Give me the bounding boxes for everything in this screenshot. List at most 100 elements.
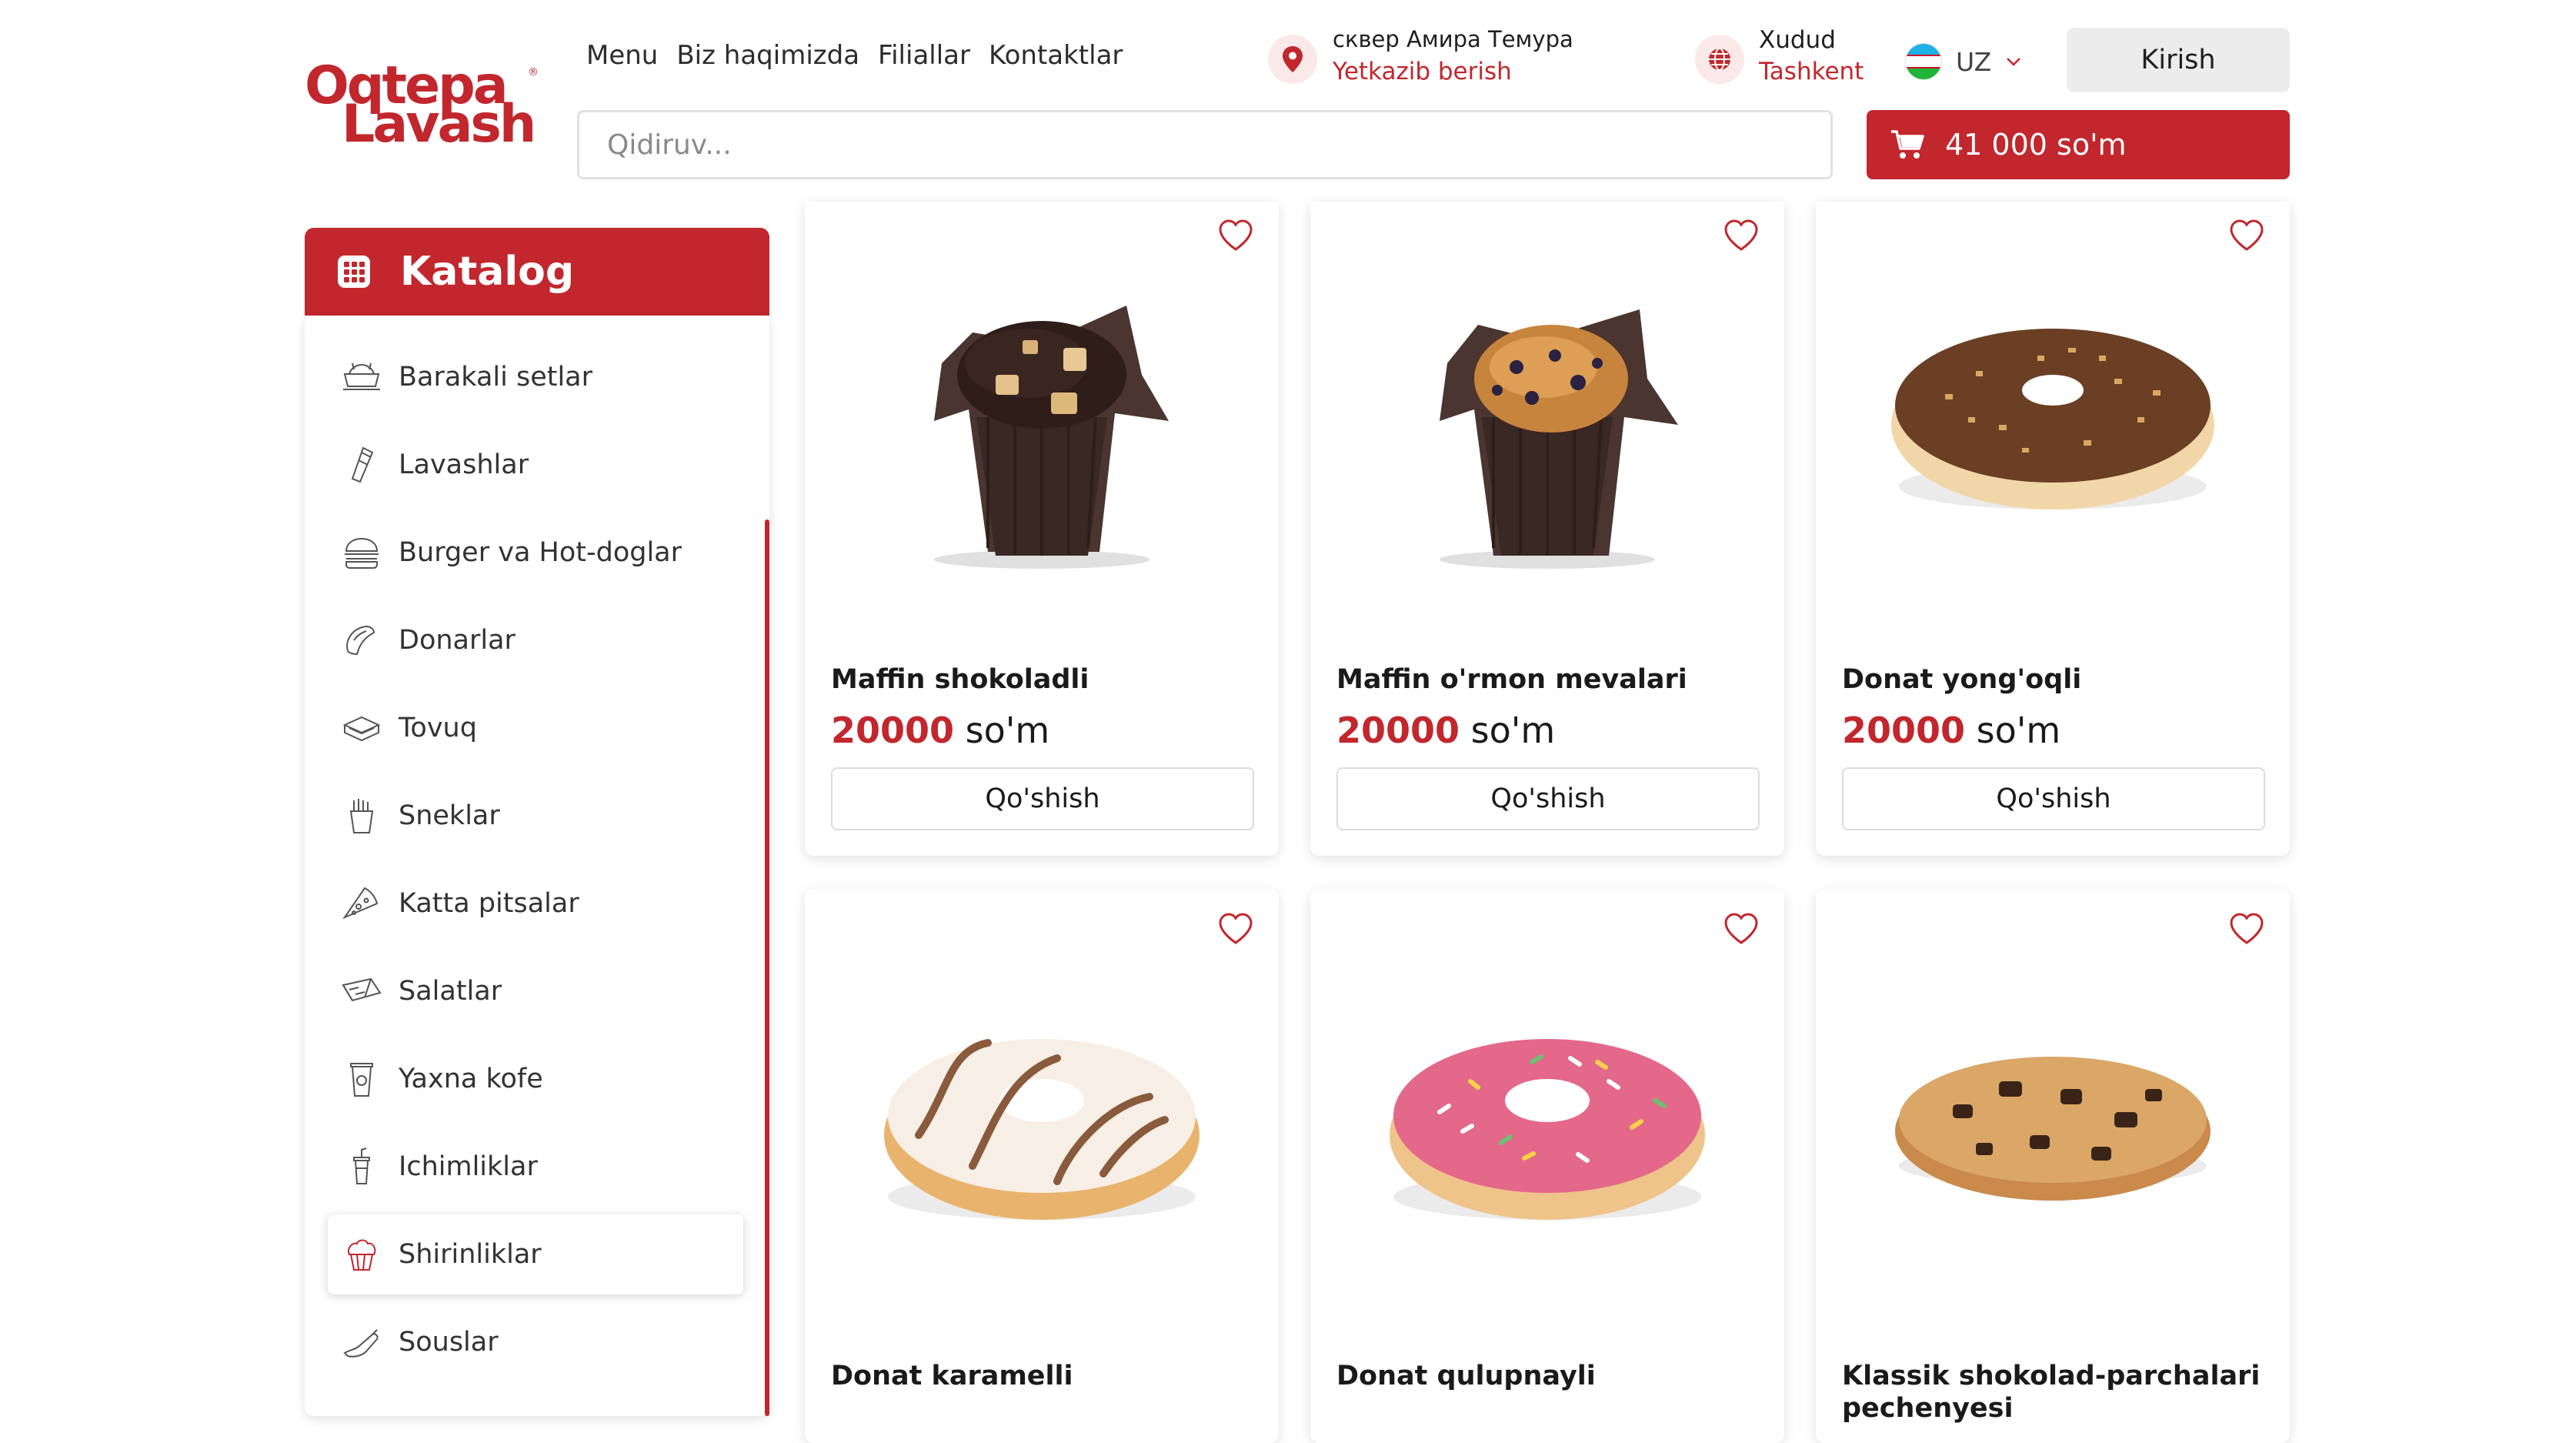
cupcake-icon (348, 1239, 376, 1271)
favorite-heart-icon[interactable] (2225, 214, 2268, 257)
price-currency: so'm (1470, 710, 1556, 751)
delivery-mode[interactable]: Yetkazib berish (1333, 58, 1512, 85)
catalog-item-sweets[interactable]: Shirinliklar (328, 1214, 743, 1294)
product-card: Donat qulupnayli (1310, 889, 1784, 1443)
cart-icon (1891, 130, 1924, 159)
nut-donut-image (1891, 329, 2214, 509)
product-price: 20000 so'm (831, 710, 1049, 751)
fries-icon (349, 799, 374, 833)
nav-about[interactable]: Biz haqimizda (676, 40, 859, 71)
catalog-item-lavash[interactable]: Lavashlar (328, 425, 743, 505)
lavash-icon (351, 446, 374, 483)
catalog-header[interactable]: Katalog (305, 228, 769, 316)
catalog-item-label: Ichimliklar (399, 1151, 538, 1182)
product-card: Donat karamelli (805, 889, 1279, 1443)
price-currency: so'm (1976, 710, 2061, 751)
catalog-item-label: Katta pitsalar (399, 888, 579, 919)
product-name: Donat qulupnayli (1336, 1361, 1596, 1391)
catalog-item-salads[interactable]: Salatlar (328, 951, 743, 1031)
delivery-address[interactable]: сквер Амира Темура (1333, 26, 1573, 52)
cart-total: 41 000 so'm (1945, 128, 2127, 162)
grid-icon (338, 256, 370, 288)
catalog-scrollbar[interactable] (765, 519, 769, 1416)
price-currency: so'm (965, 710, 1050, 751)
product-name: Maffin o'rmon mevalari (1336, 664, 1687, 695)
catalog-item-chicken[interactable]: Tovuq (328, 688, 743, 768)
burger-icon (345, 537, 379, 569)
price-value: 20000 (1842, 710, 1966, 751)
region-title: Xudud (1759, 26, 1836, 54)
price-value: 20000 (831, 710, 955, 751)
product-name: Klassik shokolad-parchalari pechenyesi (1842, 1361, 2261, 1424)
brand-logo[interactable]: Oqtepa ® Lavash (305, 60, 543, 151)
product-name: Donat yong'oqli (1842, 664, 2082, 695)
catalog-item-doners[interactable]: Donarlar (328, 600, 743, 680)
catalog-item-label: Donarlar (399, 625, 516, 656)
nav-menu[interactable]: Menu (586, 40, 658, 71)
brand-logo-line2: Lavash (342, 94, 536, 155)
catalog-item-label: Burger va Hot-doglar (399, 537, 682, 568)
chicken-icon (342, 716, 381, 742)
berry-muffin-image (1440, 309, 1678, 569)
favorite-heart-icon[interactable] (1720, 214, 1763, 257)
catalog-item-label: Yaxna kofe (399, 1064, 543, 1094)
uz-flag-icon (1905, 43, 1942, 80)
product-price: 20000 so'm (1336, 710, 1555, 751)
product-name: Maffin shokoladli (831, 664, 1089, 695)
chocolate-chip-cookie-image (1895, 1057, 2211, 1201)
catalog-item-label: Sneklar (399, 800, 500, 831)
caramel-donut-image (884, 1039, 1200, 1220)
catalog-item-sauces[interactable]: Souslar (328, 1302, 743, 1382)
sauce-icon (343, 1329, 379, 1358)
price-value: 20000 (1336, 710, 1460, 751)
product-price: 20000 so'm (1842, 710, 2060, 751)
favorite-heart-icon[interactable] (1214, 214, 1257, 257)
login-button[interactable]: Kirish (2067, 28, 2290, 92)
combo-set-icon (343, 362, 380, 390)
favorite-heart-icon[interactable] (1720, 907, 1763, 950)
main-nav: Menu Biz haqimizda Filiallar Kontaktlar (586, 40, 1123, 71)
catalog-item-label: Tovuq (399, 713, 477, 743)
product-card: Maffin shokoladli 20000 so'm Qo'shish (805, 202, 1279, 856)
search-input[interactable] (577, 110, 1833, 179)
brand-logo-registered: ® (528, 66, 539, 78)
catalog-list: Barakali setlar Lavashlar Burger va Hot-… (305, 316, 769, 1416)
product-card: Klassik shokolad-parchalari pechenyesi (1816, 889, 2290, 1443)
catalog-item-burgers[interactable]: Burger va Hot-doglar (328, 513, 743, 593)
language-selector[interactable]: UZ (1905, 43, 2022, 80)
cart-button[interactable]: 41 000 so'm (1867, 110, 2290, 179)
globe-icon[interactable] (1695, 35, 1744, 84)
add-to-cart-button[interactable]: Qo'shish (831, 767, 1254, 830)
language-code: UZ (1956, 46, 1992, 77)
chevron-down-icon (2007, 58, 2021, 66)
catalog-item-iced-coffee[interactable]: Yaxna kofe (328, 1039, 743, 1119)
catalog-item-label: Souslar (399, 1327, 499, 1358)
drink-icon (353, 1147, 370, 1184)
catalog-item-label: Salatlar (399, 976, 502, 1007)
nav-branches[interactable]: Filiallar (878, 40, 970, 71)
nav-contacts[interactable]: Kontaktlar (989, 40, 1123, 71)
catalog-item-pizzas[interactable]: Katta pitsalar (328, 863, 743, 944)
iced-coffee-icon (350, 1063, 373, 1097)
salad-icon (342, 977, 382, 1002)
product-card: Maffin o'rmon mevalari 20000 so'm Qo'shi… (1310, 202, 1784, 856)
region-city[interactable]: Tashkent (1759, 58, 1864, 85)
catalog-item-label: Barakali setlar (399, 362, 593, 392)
catalog-item-label: Lavashlar (399, 449, 529, 480)
add-to-cart-button[interactable]: Qo'shish (1336, 767, 1760, 830)
favorite-heart-icon[interactable] (2225, 907, 2268, 950)
location-pin-icon[interactable] (1268, 35, 1317, 84)
catalog-item-drinks[interactable]: Ichimliklar (328, 1127, 743, 1207)
doner-icon (346, 625, 375, 656)
favorite-heart-icon[interactable] (1214, 907, 1257, 950)
catalog-item-combo-sets[interactable]: Barakali setlar (328, 337, 743, 417)
chocolate-muffin-image (934, 306, 1169, 569)
pizza-icon (342, 887, 379, 920)
catalog-item-label: Shirinliklar (399, 1239, 542, 1270)
product-card: Donat yong'oqli 20000 so'm Qo'shish (1816, 202, 2290, 856)
add-to-cart-button[interactable]: Qo'shish (1842, 767, 2265, 830)
product-name: Donat karamelli (831, 1361, 1073, 1391)
strawberry-donut-image (1390, 1039, 1705, 1220)
catalog-title: Katalog (400, 249, 575, 295)
catalog-item-snacks[interactable]: Sneklar (328, 776, 743, 856)
